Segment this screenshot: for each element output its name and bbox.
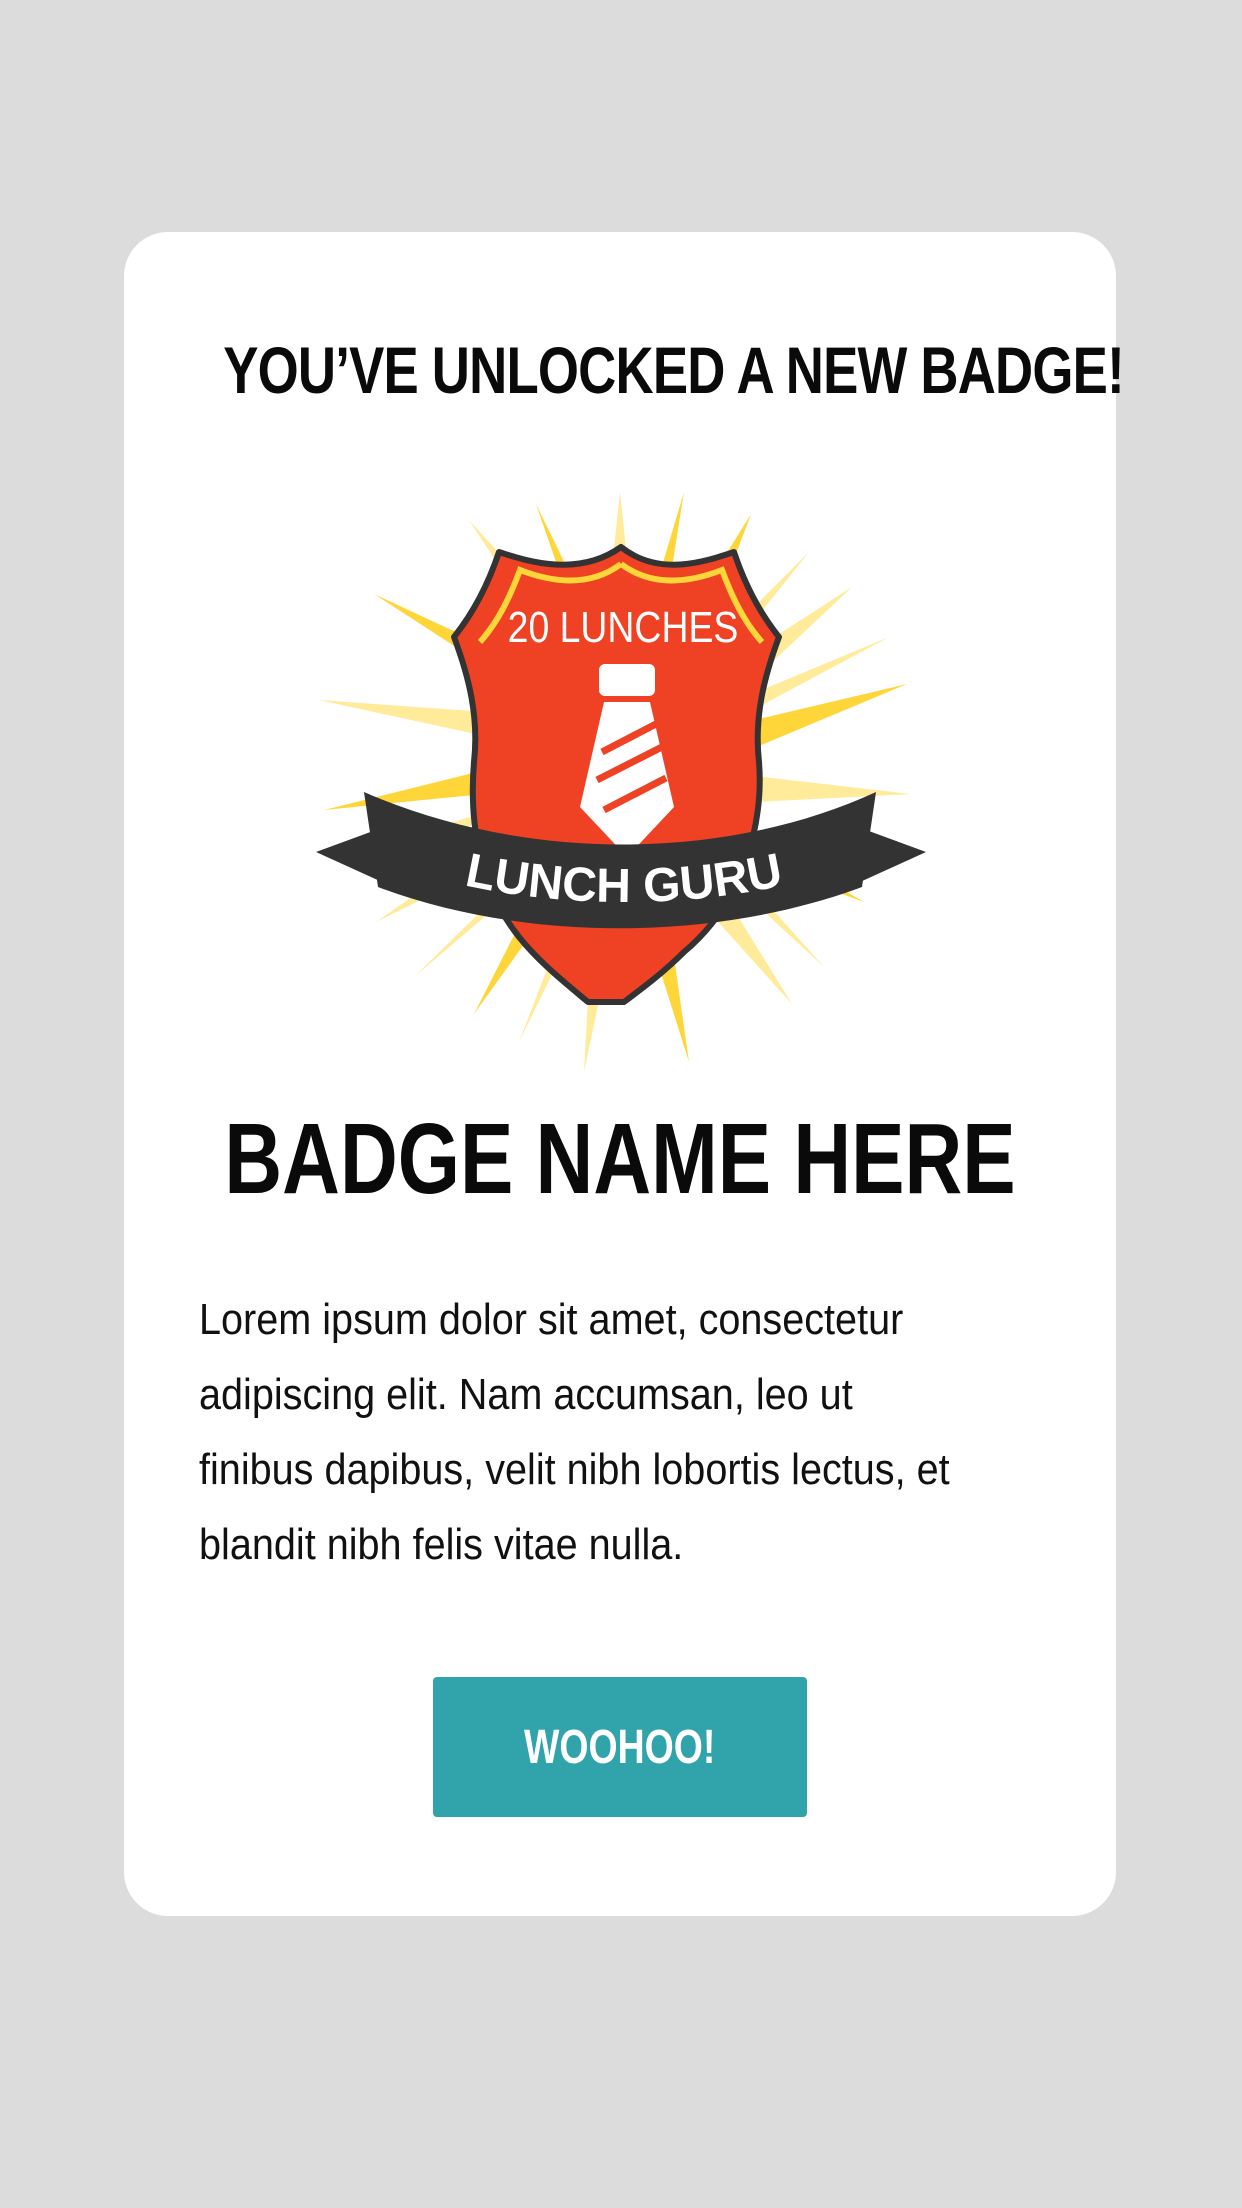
woohoo-button[interactable]: WOOHOO! bbox=[433, 1677, 807, 1817]
badge-description: Lorem ipsum dolor sit amet, consectetur … bbox=[199, 1295, 950, 1569]
unlock-headline: YOU’VE UNLOCKED A NEW BADGE! bbox=[223, 333, 1124, 407]
badge-unlocked-card: YOU’VE UNLOCKED A NEW BADGE! 20 LUNCHES … bbox=[124, 232, 1125, 1916]
badge-name: BADGE NAME HERE bbox=[224, 1103, 1016, 1215]
badge-illustration: 20 LUNCHES LUNCH GURU bbox=[316, 492, 926, 1072]
woohoo-button-label: WOOHOO! bbox=[524, 1720, 716, 1774]
badge-top-text: 20 LUNCHES bbox=[508, 602, 739, 652]
